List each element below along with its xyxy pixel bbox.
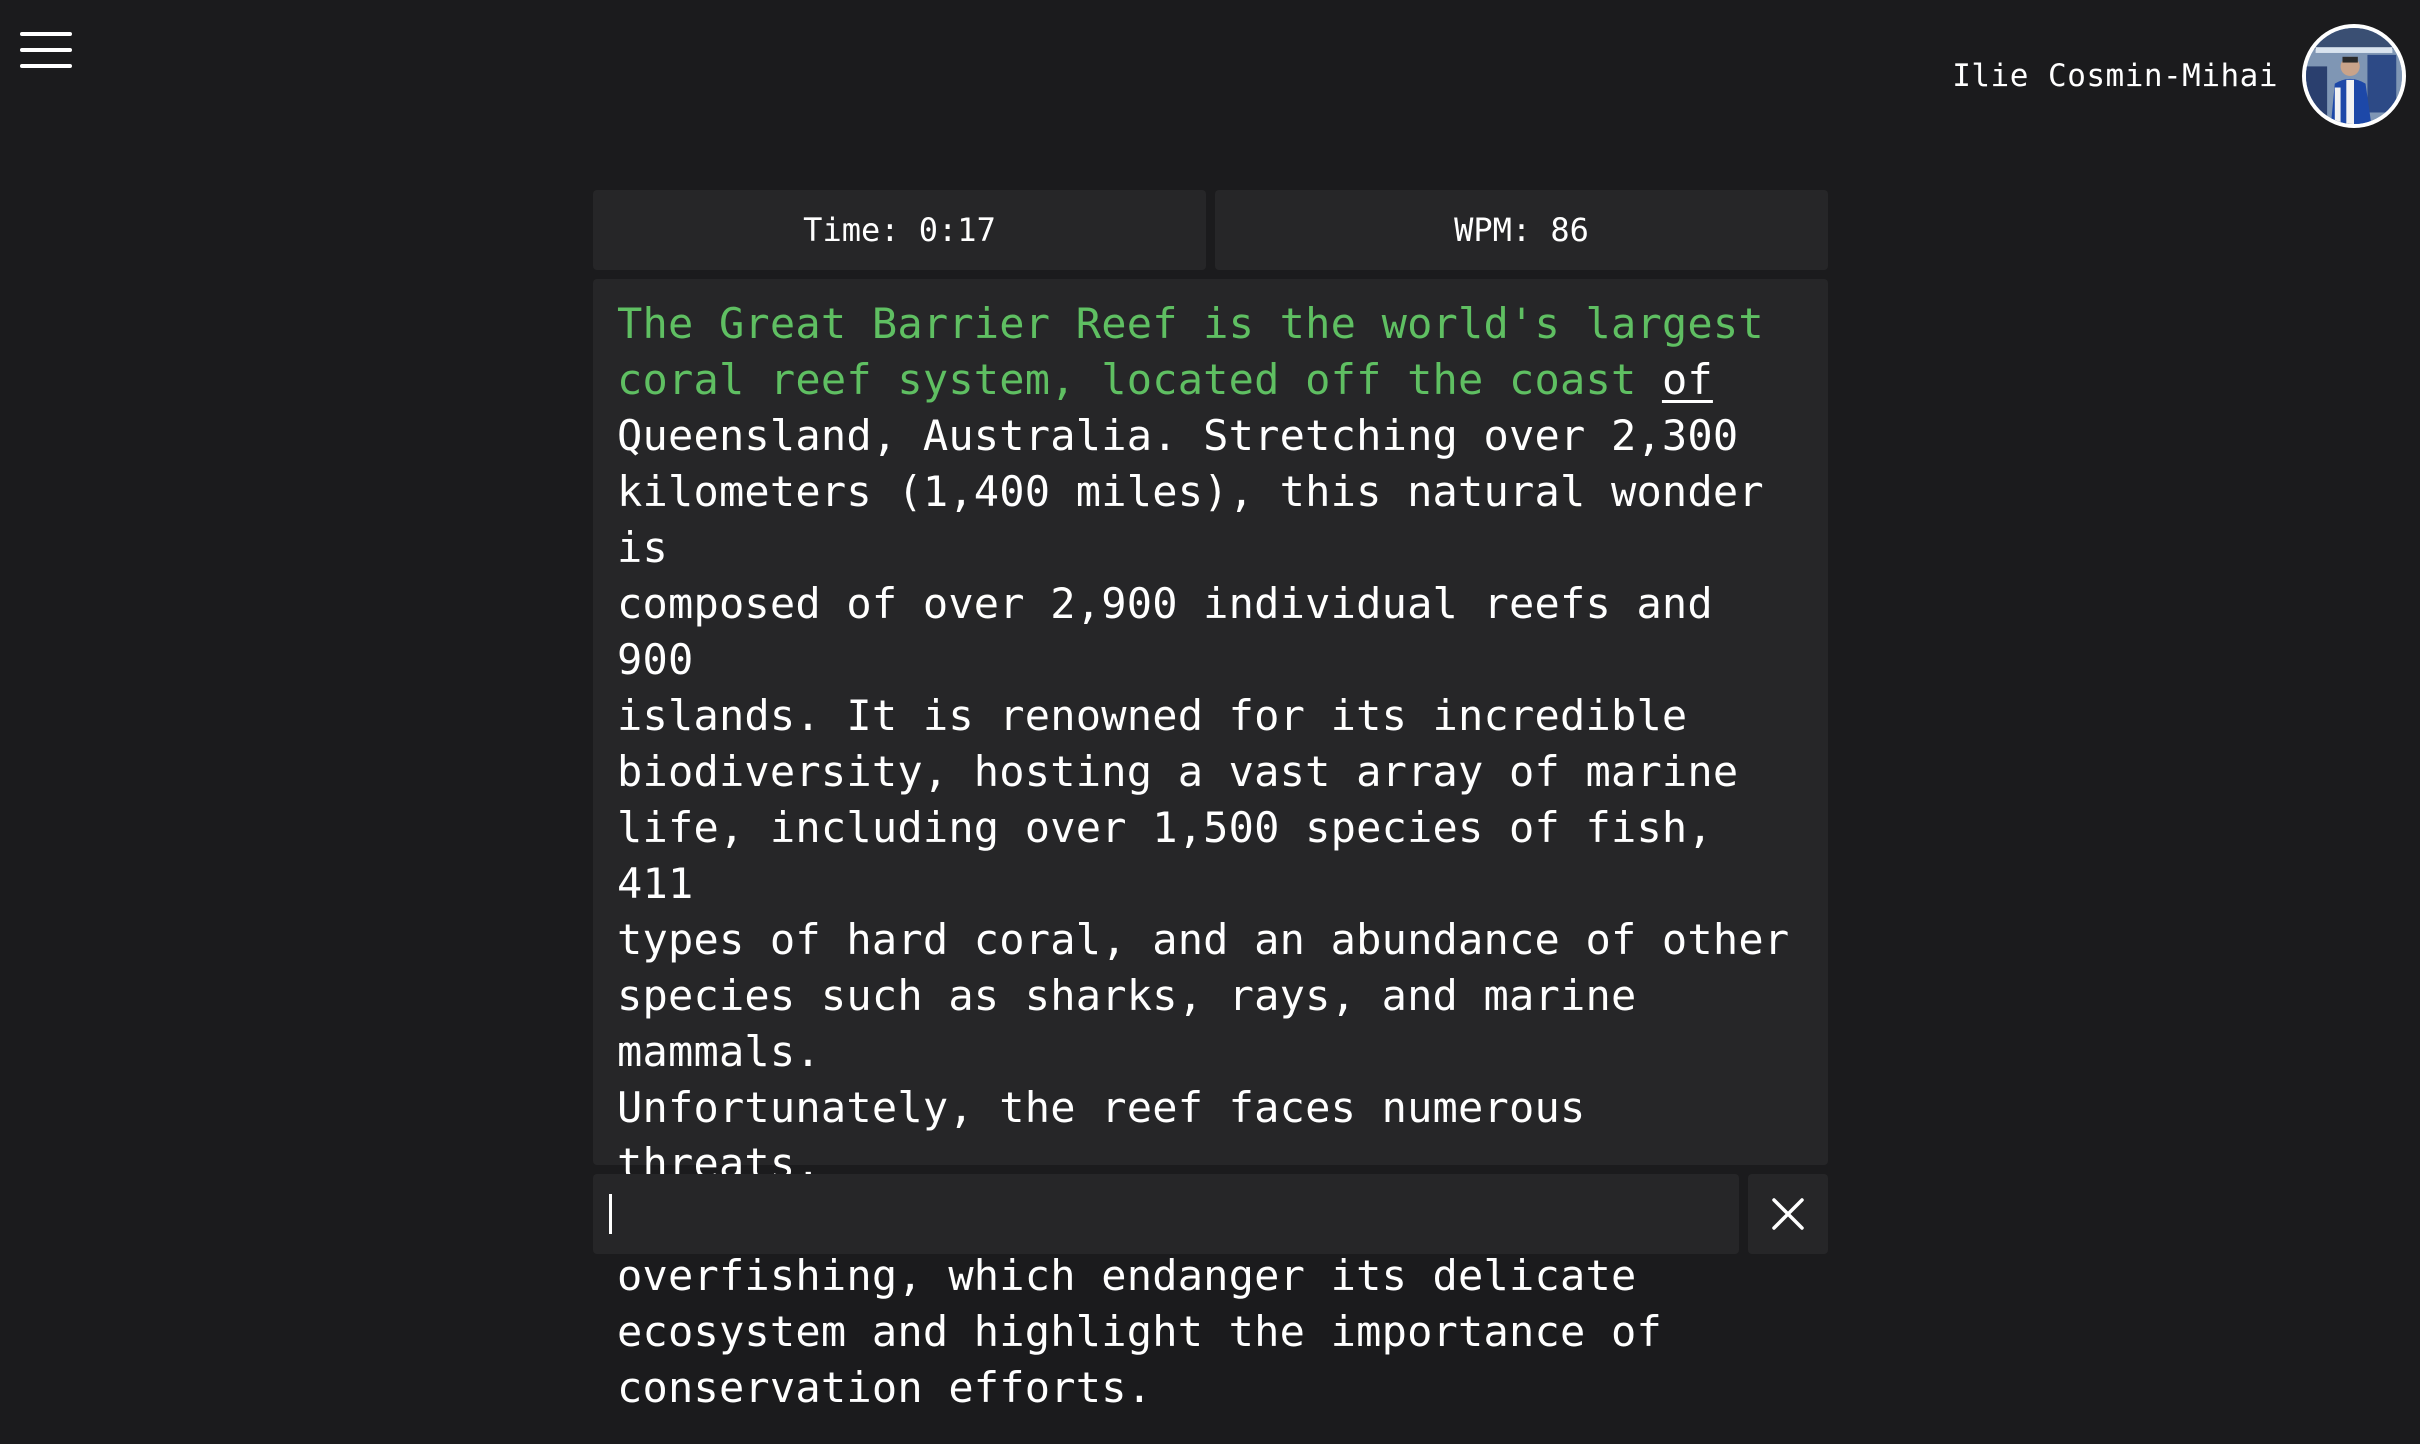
clear-button[interactable] bbox=[1748, 1174, 1828, 1254]
typing-input[interactable] bbox=[593, 1174, 1739, 1254]
stats-bar: Time: 0:17 WPM: 86 bbox=[593, 190, 1828, 270]
typing-input-wrapper bbox=[593, 1174, 1739, 1254]
user-name: Ilie Cosmin-Mihai bbox=[1952, 58, 2278, 94]
passage-text: The Great Barrier Reef is the world's la… bbox=[593, 279, 1828, 1412]
menu-bar bbox=[20, 64, 72, 68]
input-row bbox=[593, 1174, 1828, 1254]
close-icon bbox=[1772, 1198, 1804, 1230]
menu-bar bbox=[20, 48, 72, 52]
hamburger-menu-icon[interactable] bbox=[18, 24, 76, 74]
remaining-text: Queensland, Australia. Stretching over 2… bbox=[617, 411, 1790, 1412]
avatar-image bbox=[2306, 28, 2402, 124]
current-word: of bbox=[1661, 355, 1713, 404]
typed-text: The Great Barrier Reef is the world's la… bbox=[617, 299, 1764, 404]
timer-display: Time: 0:17 bbox=[593, 190, 1206, 270]
wpm-display: WPM: 86 bbox=[1215, 190, 1828, 270]
text-caret bbox=[609, 1194, 612, 1234]
menu-bar bbox=[20, 32, 72, 36]
typing-test-page: Ilie Cosmin-Mihai Time: 0:17 WPM: 86 The… bbox=[0, 0, 2420, 1444]
user-avatar[interactable] bbox=[2302, 24, 2406, 128]
user-profile[interactable]: Ilie Cosmin-Mihai bbox=[1952, 20, 2406, 132]
